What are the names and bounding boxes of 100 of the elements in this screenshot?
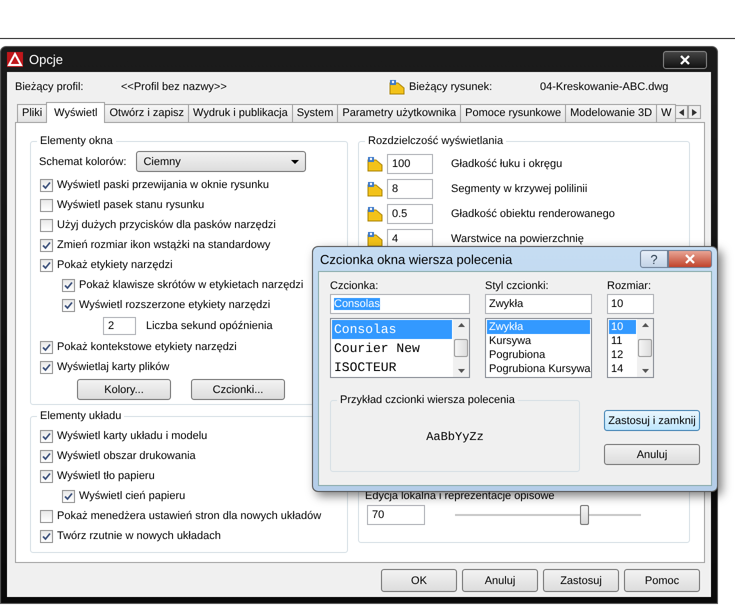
color-scheme-label: Schemat kolorów: xyxy=(39,156,126,168)
group-title: Rozdzielczość wyświetlania xyxy=(367,135,504,147)
checkbox-label[interactable]: Pokaż menedżera ustawień stron dla nowych układów xyxy=(57,510,322,522)
checkbox-label[interactable]: Pokaż etykiety narzędzi xyxy=(57,259,173,271)
tab[interactable]: Modelowanie 3D xyxy=(565,104,658,122)
dialog-button[interactable]: OK xyxy=(381,569,457,592)
color-scheme-dropdown[interactable]: Ciemny xyxy=(136,151,306,172)
number-field[interactable]: 70 xyxy=(367,504,425,524)
checkbox-label[interactable]: Wyświetl obszar drukowania xyxy=(57,450,196,462)
group-title: Elementy okna xyxy=(39,135,114,147)
tab[interactable]: Wyświetl xyxy=(46,102,106,123)
checkbox[interactable] xyxy=(40,178,53,192)
checkbox[interactable] xyxy=(62,298,75,312)
checkbox[interactable] xyxy=(40,530,53,542)
checkbox[interactable] xyxy=(40,430,53,442)
file-icon xyxy=(367,206,383,222)
checkbox[interactable] xyxy=(40,218,53,232)
help-button[interactable]: ? xyxy=(640,250,668,268)
drawing-name: 04-Kreskowanie-ABC.dwg xyxy=(540,81,668,93)
checkbox-label[interactable]: Wyświetl rozszerzone etykiety narzędzi xyxy=(79,299,270,311)
dialog-button[interactable]: Pomoc xyxy=(624,569,700,592)
checkbox-label[interactable]: Pokaż kontekstowe etykiety narzędzi xyxy=(57,341,237,353)
tab[interactable]: Pomoce rysunkowe xyxy=(460,104,566,122)
close-button[interactable] xyxy=(663,50,707,68)
checkbox-label[interactable]: Wyświetl tło papieru xyxy=(57,470,155,482)
list-item[interactable]: ISOCTEUR xyxy=(332,358,452,377)
checkbox-label[interactable]: Wyświetl karty układu i modelu xyxy=(57,430,208,442)
drawing-label: Bieżący rysunek: xyxy=(409,81,494,93)
file-icon xyxy=(367,156,383,172)
list-item[interactable]: Courier New xyxy=(332,339,452,358)
checkbox-label[interactable]: Wyświetlaj karty plików xyxy=(57,361,170,373)
checkbox[interactable] xyxy=(40,470,53,482)
checkbox-label[interactable]: Twórz rzutnie w nowych układach xyxy=(57,530,221,542)
group-title: Przykład czcionki wiersza polecenia xyxy=(339,394,516,406)
field-label: Styl czcionki: xyxy=(485,280,550,292)
checkbox[interactable] xyxy=(62,278,75,292)
checkbox-label[interactable]: Wyświetl pasek stanu rysunku xyxy=(57,199,204,211)
file-icon xyxy=(389,79,405,95)
field-label: Gładkość obiektu renderowanego xyxy=(451,208,615,220)
scrollbar[interactable] xyxy=(637,319,653,377)
text-field[interactable]: Zwykła xyxy=(485,294,592,314)
list-item[interactable]: 14 xyxy=(609,362,636,376)
field-label: Segmenty w krzywej polilinii xyxy=(451,182,588,194)
file-icon xyxy=(367,180,383,196)
field-label: Czcionka: xyxy=(330,280,380,292)
checkbox[interactable] xyxy=(40,258,53,272)
checkbox[interactable] xyxy=(40,450,53,462)
number-field[interactable]: 4 xyxy=(387,228,433,248)
group-title: Elementy układu xyxy=(39,410,122,422)
checkbox[interactable] xyxy=(40,198,53,212)
up-arrow-icon[interactable] xyxy=(458,323,464,327)
field-label: Gładkość łuku i okręgu xyxy=(451,158,562,170)
dialog-button[interactable]: Czcionki... xyxy=(191,379,285,400)
sample-text: AaBbYyZz xyxy=(426,430,484,444)
number-field[interactable]: 100 xyxy=(387,154,433,174)
triangle-logo-icon xyxy=(7,52,23,67)
field-label: Liczba sekund opóźnienia xyxy=(146,320,273,332)
window-title: Opcje xyxy=(29,52,64,67)
list-item[interactable]: Kursywa xyxy=(487,334,590,348)
checkbox[interactable] xyxy=(40,340,53,354)
list-item[interactable]: 11 xyxy=(609,334,636,348)
text-field[interactable]: 10 xyxy=(607,294,654,314)
dialog-button[interactable]: Zastosuj xyxy=(543,569,619,592)
delay-field[interactable]: 2 xyxy=(103,317,136,335)
list-item[interactable]: Pogrubiona Kursywa xyxy=(487,362,590,376)
slider-thumb[interactable] xyxy=(580,504,590,524)
tab[interactable]: System xyxy=(292,104,338,122)
checkbox-label[interactable]: Pokaż klawisze skrótów w etykietach narzędzi xyxy=(79,279,304,291)
checkbox-label[interactable]: Wyświetl paski przewijania w oknie rysunku xyxy=(57,179,270,191)
dialog-button[interactable]: Anuluj xyxy=(604,444,700,465)
list-item[interactable]: Pogrubiona xyxy=(487,348,590,362)
checkbox-label[interactable]: Użyj dużych przycisków dla pasków narzędzi xyxy=(57,219,276,231)
close-icon xyxy=(680,54,690,64)
dialog-button[interactable]: Kolory... xyxy=(77,379,171,400)
number-field[interactable]: 0.5 xyxy=(387,204,433,224)
tab[interactable]: Parametry użytkownika xyxy=(337,104,462,122)
checkbox-label[interactable]: Zmień rozmiar ikon wstążki na standardowy xyxy=(57,239,270,251)
scrollbar[interactable] xyxy=(453,319,469,377)
dialog-button[interactable]: Zastosuj i zamknij xyxy=(604,410,700,431)
down-arrow-icon[interactable] xyxy=(642,369,648,373)
checkbox-label[interactable]: Wyświetl cień papieru xyxy=(79,490,186,502)
tab[interactable]: W xyxy=(656,104,676,122)
checkbox[interactable] xyxy=(62,490,75,502)
tab[interactable]: Wydruk i publikacja xyxy=(188,104,293,122)
caret-icon xyxy=(291,160,300,164)
list-item[interactable]: 12 xyxy=(609,348,636,362)
number-field[interactable]: 8 xyxy=(387,178,433,198)
up-arrow-icon[interactable] xyxy=(642,323,648,327)
field-label: Warstwice na powierzchnię xyxy=(451,232,584,244)
dialog-button[interactable]: Anuluj xyxy=(462,569,538,592)
checkbox[interactable] xyxy=(40,360,53,374)
checkbox[interactable] xyxy=(40,510,53,522)
checkbox[interactable] xyxy=(40,238,53,252)
down-arrow-icon[interactable] xyxy=(458,369,464,373)
file-icon xyxy=(367,230,383,246)
dialog-title: Czcionka okna wiersza polecenia xyxy=(319,252,514,266)
profile-label: Bieżący profil: xyxy=(15,81,84,93)
tab[interactable]: Pliki xyxy=(17,104,48,122)
tab[interactable]: Otwórz i zapisz xyxy=(104,104,190,122)
profile-name: <<Profil bez nazwy>> xyxy=(121,81,228,93)
